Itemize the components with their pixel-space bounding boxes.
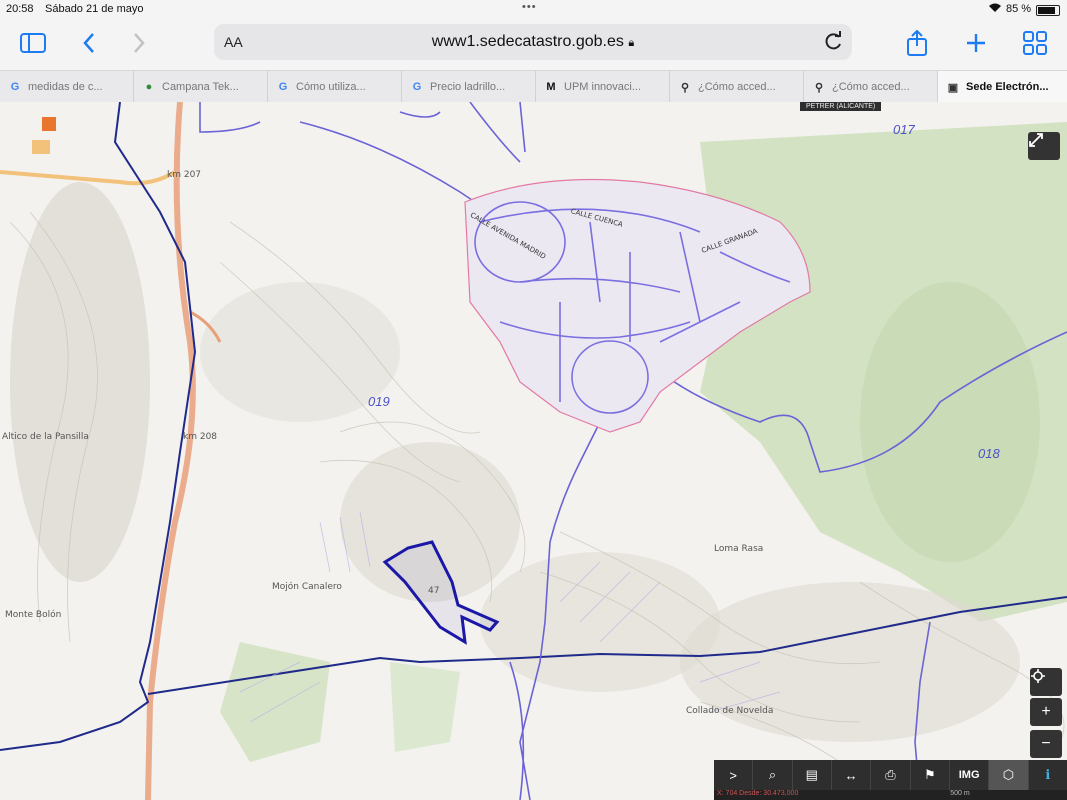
print-button[interactable]: ⎙ [871, 760, 911, 790]
back-icon[interactable] [74, 28, 104, 58]
url-value: www1.sedecatastro.gob.es [431, 33, 624, 50]
cadastre-map[interactable]: PETRER (ALICANTE) 017 019 018 47 km 207 … [0, 102, 1067, 800]
layers-button[interactable]: ▤ [793, 760, 832, 790]
reload-icon[interactable] [822, 31, 844, 58]
new-tab-icon[interactable] [961, 28, 991, 58]
polygon-id-018: 018 [978, 446, 1000, 461]
status-time: 20:58 [6, 3, 34, 15]
google-icon: G [10, 81, 20, 93]
zoom-in-button[interactable]: + [1030, 698, 1062, 726]
google-icon: G [412, 81, 422, 93]
tabs-overview-icon[interactable] [1020, 28, 1050, 58]
map-label-loma-rasa: Loma Rasa [714, 544, 764, 554]
battery-percent: 85 % [1006, 3, 1032, 15]
tab-item[interactable]: G medidas de c... [0, 71, 134, 103]
tab-item[interactable]: ⚲ ¿Cómo acced... [804, 71, 938, 103]
locate-icon[interactable] [1030, 668, 1062, 696]
multitask-dots-icon[interactable]: ••• [522, 1, 537, 13]
expand-icon[interactable] [1028, 132, 1060, 160]
basemap-button[interactable]: ⬡ [989, 760, 1029, 790]
wifi-icon [988, 3, 1002, 16]
sidebar-icon[interactable] [18, 28, 48, 58]
tab-label: UPM innovaci... [564, 81, 642, 93]
site-icon: ● [145, 81, 153, 93]
tab-item-active[interactable]: ▣ Sede Electrón... [938, 71, 1067, 103]
map-label-km208: km 208 [183, 432, 218, 442]
map-label-collado: Collado de Novelda [686, 706, 774, 716]
forward-icon[interactable] [124, 28, 154, 58]
info-button[interactable]: ℹ [1029, 760, 1067, 790]
map-label-km207: km 207 [167, 170, 202, 180]
url-text: www1.sedecatastro.gob.es 🔒︎ [214, 33, 852, 51]
address-bar[interactable]: AA www1.sedecatastro.gob.es 🔒︎ [214, 24, 852, 60]
map-bottom-toolbar: > ⌕ ▤ ↔ ⎙ ⚑ IMG ⬡ ℹ [714, 760, 1067, 790]
map-label-altico: Altico de la Pansilla [2, 432, 89, 442]
coordinates-readout: X: 704 Desde: 30.473,000 [714, 790, 1067, 800]
search-button[interactable]: ⌕ [753, 760, 793, 790]
map-canvas[interactable] [0, 102, 1067, 800]
measure-button[interactable]: ↔ [832, 760, 872, 790]
status-bar: 20:58 Sábado 21 de mayo ••• 85 % [0, 0, 1067, 20]
tab-label: Sede Electrón... [966, 81, 1049, 93]
scale-bar: 500 m [950, 790, 970, 797]
tab-item[interactable]: G Precio ladrillo... [402, 71, 536, 103]
parcel-number[interactable]: 47 [428, 586, 439, 596]
share-icon[interactable] [902, 28, 932, 58]
tab-label: medidas de c... [28, 81, 103, 93]
tab-item[interactable]: G Cómo utiliza... [268, 71, 402, 103]
google-icon: G [278, 81, 288, 93]
map-label-mojon: Mojón Canalero [272, 582, 342, 592]
lock-icon: 🔒︎ [628, 37, 635, 49]
polygon-id-017: 017 [893, 122, 915, 137]
tab-label: ¿Cómo acced... [832, 81, 910, 93]
expand-panel-button[interactable]: > [714, 760, 754, 790]
tab-label: Cómo utiliza... [296, 81, 366, 93]
status-date: Sábado 21 de mayo [45, 3, 144, 15]
image-button[interactable]: IMG [950, 760, 990, 790]
search-icon: ⚲ [680, 81, 690, 94]
sede-icon: ▣ [947, 81, 959, 94]
tab-item[interactable]: ● Campana Tek... [134, 71, 268, 103]
zoom-out-button[interactable]: − [1030, 730, 1062, 758]
tab-bar: G medidas de c... ● Campana Tek... G Cóm… [0, 70, 1067, 103]
zone-tag: PETRER (ALICANTE) [800, 102, 882, 111]
search-icon: ⚲ [814, 81, 824, 94]
browser-toolbar: AA www1.sedecatastro.gob.es 🔒︎ [0, 20, 1067, 70]
polygon-id-019: 019 [368, 394, 390, 409]
marker-button[interactable]: ⚑ [911, 760, 950, 790]
tab-label: Precio ladrillo... [430, 81, 506, 93]
upm-icon: M [546, 81, 556, 93]
tab-item[interactable]: ⚲ ¿Cómo acced... [670, 71, 804, 103]
tab-label: ¿Cómo acced... [698, 81, 776, 93]
battery-icon [1036, 5, 1060, 16]
map-label-monte-bolon: Monte Bolón [5, 610, 62, 620]
tab-label: Campana Tek... [162, 81, 239, 93]
tab-item[interactable]: M UPM innovaci... [536, 71, 670, 103]
